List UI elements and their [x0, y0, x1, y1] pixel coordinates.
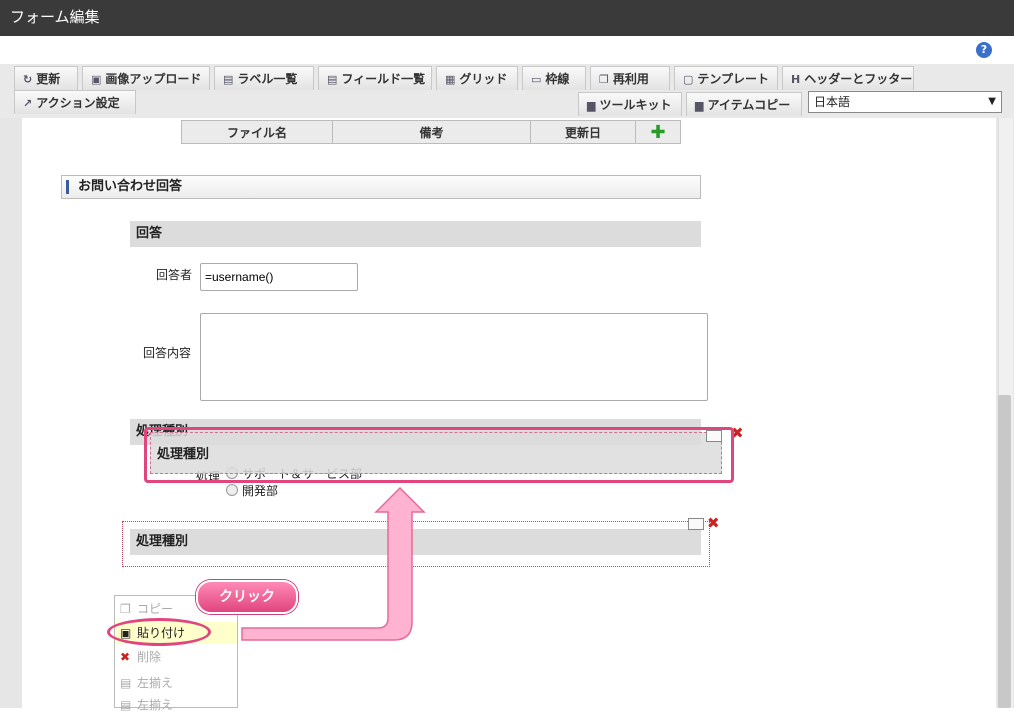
align-left-icon: ▤ — [120, 676, 132, 690]
align-left-icon: ▤ — [120, 698, 132, 712]
menu-item-delete[interactable]: ✖ 削除 — [115, 646, 237, 668]
menu-item-align-left-2[interactable]: ▤ 左揃え — [115, 694, 237, 716]
menu-item-align-left[interactable]: ▤ 左揃え — [115, 672, 237, 694]
copy-icon: ❐ — [120, 602, 131, 616]
click-callout: クリック — [196, 580, 298, 614]
paste-highlight-ellipse — [107, 618, 211, 646]
delete-icon: ✖ — [120, 650, 131, 664]
